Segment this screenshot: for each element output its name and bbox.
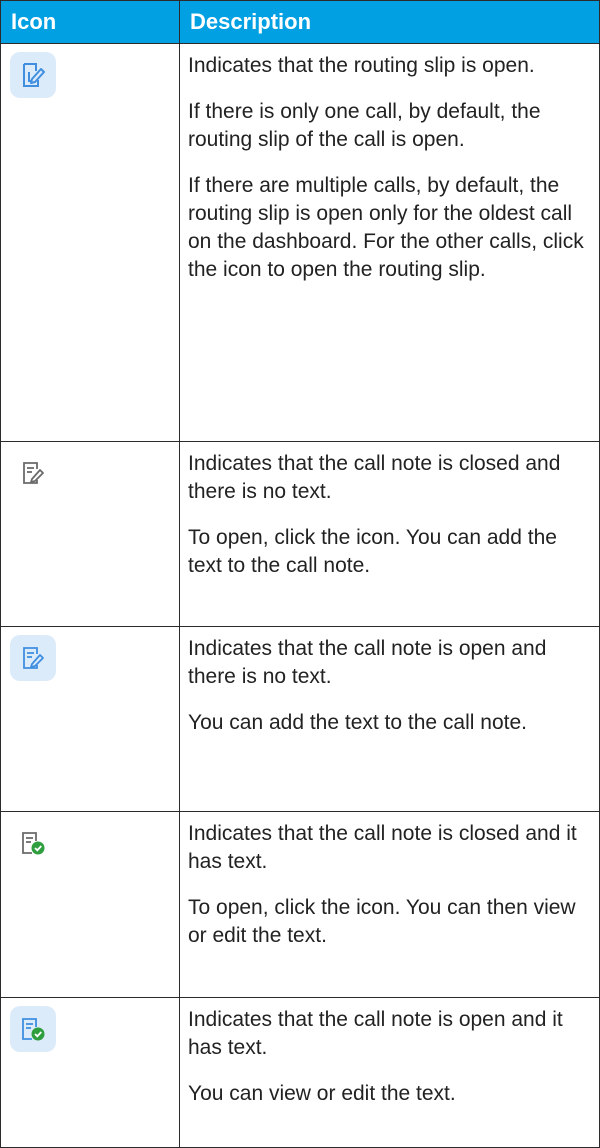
- call-note-open-text-icon: [10, 1006, 56, 1052]
- icon-cell: [0, 43, 180, 442]
- description-column-header: Description: [179, 0, 600, 44]
- description-paragraph: If there are multiple calls, by default,…: [188, 174, 584, 281]
- description-cell: Indicates that the routing slip is open.…: [179, 43, 600, 442]
- description-cell: Indicates that the call note is closed a…: [179, 811, 600, 998]
- table-row: Indicates that the routing slip is open.…: [0, 43, 600, 442]
- description-paragraph: You can add the text to the call note.: [188, 711, 527, 734]
- description-cell: Indicates that the call note is open and…: [179, 626, 600, 812]
- icon-description-table: Icon Description Indicates that the rout…: [0, 0, 600, 1148]
- description-paragraph: You can view or edit the text.: [188, 1082, 456, 1105]
- table-row: Indicates that the call note is closed a…: [0, 811, 600, 998]
- description-paragraph: Indicates that the call note is open and…: [188, 1008, 563, 1059]
- description-paragraph: If there is only one call, by default, t…: [188, 100, 541, 151]
- description-paragraph: Indicates that the routing slip is open.: [188, 54, 535, 77]
- icon-column-header: Icon: [0, 0, 180, 44]
- icon-cell: [0, 441, 180, 627]
- icon-cell: [0, 626, 180, 812]
- icon-cell: [0, 997, 180, 1148]
- table-row: Indicates that the call note is closed a…: [0, 441, 600, 627]
- description-paragraph: Indicates that the call note is open and…: [188, 637, 547, 688]
- description-paragraph: Indicates that the call note is closed a…: [188, 452, 561, 503]
- description-paragraph: To open, click the icon. You can add the…: [188, 526, 557, 577]
- table-row: Indicates that the call note is open and…: [0, 997, 600, 1148]
- call-note-closed-empty-icon: [10, 450, 56, 496]
- description-paragraph: To open, click the icon. You can then vi…: [188, 896, 576, 947]
- routing-slip-open-icon: [10, 52, 56, 98]
- description-paragraph: Indicates that the call note is closed a…: [188, 822, 577, 873]
- call-note-closed-text-icon: [10, 820, 56, 866]
- table-row: Indicates that the call note is open and…: [0, 626, 600, 812]
- description-cell: Indicates that the call note is open and…: [179, 997, 600, 1148]
- table-header-row: Icon Description: [0, 0, 600, 44]
- icon-cell: [0, 811, 180, 998]
- call-note-open-empty-icon: [10, 635, 56, 681]
- description-cell: Indicates that the call note is closed a…: [179, 441, 600, 627]
